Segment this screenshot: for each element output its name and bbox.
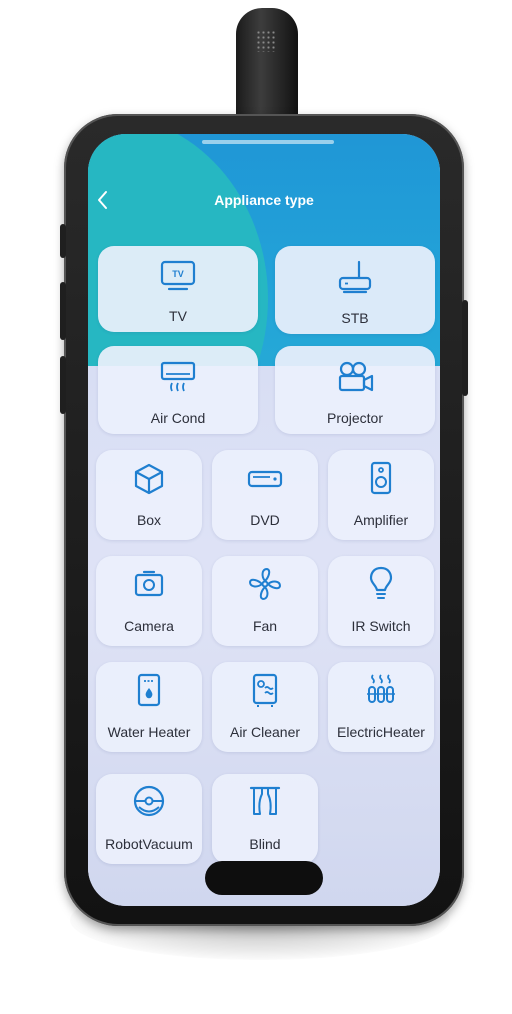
projector-icon — [338, 361, 374, 392]
appliance-ir-switch[interactable]: IR Switch — [328, 556, 434, 646]
appliance-label: Blind — [249, 836, 281, 852]
appliance-air-cleaner[interactable]: Air Cleaner — [212, 662, 318, 752]
robot-vacuum-icon — [133, 785, 165, 817]
appliance-amplifier[interactable]: Amplifier — [328, 450, 434, 540]
appliance-label: ElectricHeater — [337, 724, 425, 740]
appliance-robot-vacuum[interactable]: RobotVacuum — [96, 774, 202, 864]
power-button — [462, 300, 468, 396]
appliance-label: Box — [136, 512, 162, 528]
volume-up-button — [60, 282, 66, 340]
appliance-label: DVD — [250, 512, 280, 528]
air-conditioner-icon — [160, 361, 196, 392]
speaker-icon — [370, 461, 392, 495]
appliance-label: Air Cond — [150, 410, 206, 426]
tv-icon: TV — [160, 260, 196, 291]
appliance-label: RobotVacuum — [105, 836, 193, 852]
appliance-stb[interactable]: STB — [275, 246, 435, 334]
appliance-label: STB — [341, 310, 369, 326]
ir-dongle — [236, 8, 298, 126]
appliance-water-heater[interactable]: Water Heater — [96, 662, 202, 752]
appliance-fan[interactable]: Fan — [212, 556, 318, 646]
appliance-air-cond[interactable]: Air Cond — [98, 346, 258, 434]
appliance-label: TV — [169, 308, 187, 324]
appliance-label: Amplifier — [353, 512, 409, 528]
top-highlight — [202, 140, 334, 144]
appliance-projector[interactable]: Projector — [275, 346, 435, 434]
blind-icon — [249, 786, 281, 815]
action-button — [60, 224, 66, 258]
appliance-label: Water Heater — [107, 724, 191, 740]
svg-text:TV: TV — [172, 269, 184, 279]
volume-down-button — [60, 356, 66, 414]
appliance-dvd[interactable]: DVD — [212, 450, 318, 540]
dongle-grille — [256, 30, 276, 52]
water-heater-icon — [137, 673, 161, 707]
appliance-label: Fan — [252, 618, 278, 634]
home-indicator[interactable] — [205, 861, 323, 895]
heater-icon — [367, 674, 395, 703]
lightbulb-icon — [369, 566, 393, 599]
appliance-electric-heater[interactable]: ElectricHeater — [328, 662, 434, 752]
appliance-box[interactable]: Box — [96, 450, 202, 540]
appliance-blind[interactable]: Blind — [212, 774, 318, 864]
router-icon — [338, 260, 372, 294]
fan-icon — [249, 568, 281, 600]
box-icon — [134, 463, 164, 495]
phone-screen: Appliance type TV TV STB Air Cond Projec… — [88, 134, 440, 906]
appliance-label: Projector — [326, 410, 384, 426]
appliance-label: IR Switch — [351, 618, 411, 634]
page-title: Appliance type — [214, 192, 314, 208]
appliance-label: Camera — [124, 618, 174, 634]
appliance-camera[interactable]: Camera — [96, 556, 202, 646]
dvd-player-icon — [247, 470, 283, 488]
appliance-tv[interactable]: TV TV — [98, 246, 258, 332]
camera-icon — [134, 570, 164, 597]
appliance-label: Air Cleaner — [229, 724, 301, 740]
air-cleaner-icon — [252, 673, 278, 707]
